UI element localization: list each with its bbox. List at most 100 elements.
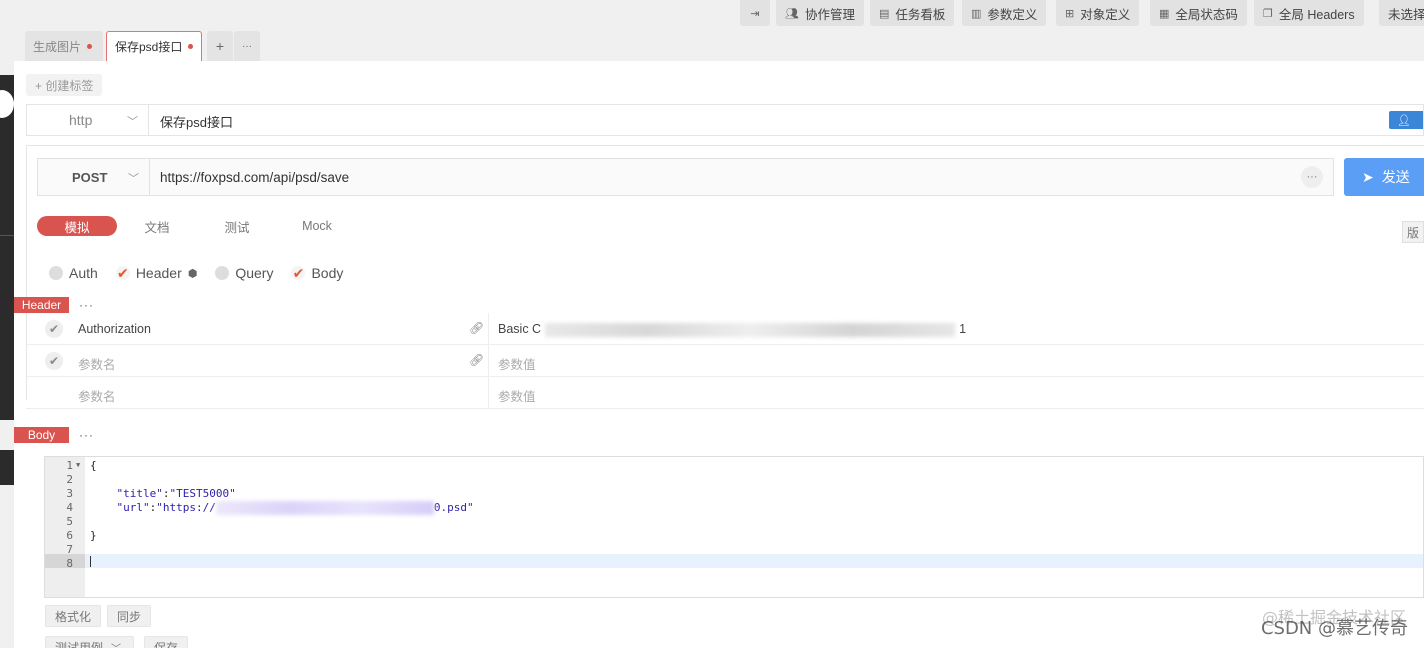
toolbar-status-button[interactable]: ▦ 全局状态码: [1150, 0, 1247, 26]
subtab-mock[interactable]: Mock: [297, 216, 337, 236]
toolbar-label: 全局状态码: [1175, 7, 1238, 22]
checkmark-icon: ✔: [291, 265, 306, 281]
header-value-placeholder[interactable]: 参数值: [498, 354, 536, 373]
toolbar-label: 未选择: [1388, 7, 1424, 22]
header-key[interactable]: Authorization: [78, 322, 151, 336]
option-auth[interactable]: Auth: [49, 265, 98, 281]
header-value-placeholder[interactable]: 参数值: [498, 386, 536, 405]
add-tab-button[interactable]: +: [207, 31, 233, 61]
toolbar-label: 任务看板: [895, 7, 946, 22]
send-icon: ➤: [1362, 168, 1374, 185]
redacted-blur: [215, 501, 434, 515]
test-case-label: 测试用例: [55, 640, 104, 648]
line-number: 5: [66, 515, 73, 528]
column-divider: [488, 377, 489, 409]
option-label: Auth: [69, 265, 98, 281]
cube-icon[interactable]: ⬢: [188, 267, 198, 280]
header-key-placeholder[interactable]: 参数名: [78, 386, 116, 405]
subtab-test[interactable]: 测试: [217, 216, 257, 236]
body-section-label: Body: [14, 427, 69, 443]
save-button[interactable]: 保存: [144, 636, 189, 648]
url-input[interactable]: https://foxpsd.com/api/psd/save: [160, 170, 349, 185]
api-name-input[interactable]: 保存psd接口: [160, 112, 233, 131]
line-number: 6: [66, 529, 73, 542]
link-icon[interactable]: 🔗︎: [469, 321, 484, 335]
header-value[interactable]: Basic C 1: [498, 322, 966, 337]
json-key: "url": [116, 501, 150, 514]
body-code-editor[interactable]: 1 ▼ 2 3 4 5 6 7 8 { "title":"TEST5000" "…: [44, 456, 1424, 598]
team-icon: 👥︎: [785, 7, 799, 20]
header-row[interactable]: 参数名 参数值: [26, 377, 1424, 409]
header-more-button[interactable]: ···: [79, 298, 94, 312]
tab-more-button[interactable]: ···: [234, 31, 260, 61]
sidebar-divider: [0, 235, 14, 236]
checkmark-icon[interactable]: ✔: [45, 352, 63, 370]
protocol-select[interactable]: http ﹀: [27, 105, 149, 135]
json-key: "title": [116, 487, 163, 500]
subtab-simulate[interactable]: 模拟: [37, 216, 117, 236]
grid-icon: ⊞: [1065, 7, 1075, 20]
request-options: Auth ✔ Header ⬢ Query ✔ Body: [49, 262, 343, 284]
toolbar-headers-button[interactable]: ❐ 全局 Headers: [1254, 0, 1364, 26]
unsaved-dot-icon: [188, 44, 193, 49]
option-label: Query: [235, 265, 274, 281]
code-line: {: [90, 459, 97, 472]
url-more-button[interactable]: ···: [1301, 166, 1323, 188]
board-icon: ▤: [879, 7, 890, 20]
header-key-placeholder[interactable]: 参数名: [78, 354, 116, 373]
json-value: "TEST5000": [169, 487, 236, 500]
line-number: 8: [66, 557, 73, 570]
toolbar-board-button[interactable]: ▤ 任务看板: [870, 0, 955, 26]
unsaved-dot-icon: [87, 43, 93, 49]
body-more-button[interactable]: ···: [79, 428, 94, 442]
header-section-title: Header ···: [14, 297, 94, 313]
plus-icon: +: [215, 38, 225, 54]
create-tag-button[interactable]: + 创建标签: [26, 74, 103, 96]
csdn-watermark: CSDN @慕艺传奇: [1260, 618, 1408, 639]
top-toolbar: ⇥ 👥︎ 协作管理 ▤ 任务看板 ▥ 参数定义 ⊞ 对象定义 ▦ 全局状态码 ❐…: [0, 0, 1424, 28]
option-body[interactable]: ✔ Body: [291, 265, 343, 281]
toolbar-label: 协作管理: [804, 7, 855, 22]
api-name-row: http ﹀ 保存psd接口 👤︎: [26, 104, 1424, 136]
toolbar-team-button[interactable]: 👥︎ 协作管理: [776, 0, 864, 26]
checkmark-icon[interactable]: ✔: [45, 320, 63, 338]
column-divider: [488, 345, 489, 377]
toolbar-env-select[interactable]: 未选择: [1379, 0, 1424, 26]
toolbar-label: 对象定义: [1080, 7, 1131, 22]
text-cursor: [90, 556, 91, 567]
chevron-down-icon: ﹀: [127, 116, 138, 128]
test-case-select[interactable]: 测试用例 ﹀: [45, 636, 134, 648]
main-panel: + 创建标签 http ﹀ 保存psd接口 👤︎ POST ﹀ https://…: [14, 61, 1424, 648]
toolbar-objects-button[interactable]: ⊞ 对象定义: [1056, 0, 1140, 26]
send-button[interactable]: ➤ 发送: [1344, 158, 1424, 196]
doc-icon: ▥: [971, 7, 982, 20]
subtab-docs[interactable]: 文档: [137, 216, 177, 236]
option-header[interactable]: ✔ Header ⬢: [115, 265, 198, 281]
json-value-end: 0.psd": [433, 501, 474, 514]
method-select[interactable]: POST ﹀: [38, 159, 150, 195]
collapse-button[interactable]: ⇥: [740, 0, 770, 26]
send-label: 发送: [1381, 169, 1410, 185]
user-icon[interactable]: 👤︎: [1389, 111, 1423, 129]
code-icon: ▦: [1159, 7, 1170, 20]
version-button[interactable]: 版: [1402, 221, 1424, 243]
option-query[interactable]: Query: [215, 265, 273, 281]
sync-button[interactable]: 同步: [107, 605, 152, 627]
radio-icon: [49, 266, 63, 280]
code-line: }: [90, 529, 97, 542]
code-line: "title":"TEST5000": [116, 487, 236, 500]
header-row[interactable]: ✔ Authorization 🔗︎ Basic C 1: [26, 313, 1424, 345]
fold-arrow-icon[interactable]: ▼: [76, 461, 80, 469]
tab-save-psd[interactable]: 保存psd接口: [106, 31, 202, 61]
tab-label: 生成图片: [33, 39, 82, 54]
method-value: POST: [72, 169, 108, 185]
tab-generate-image[interactable]: 生成图片: [25, 31, 103, 61]
link-icon[interactable]: 🔗︎: [469, 353, 484, 367]
toolbar-params-button[interactable]: ▥ 参数定义: [962, 0, 1047, 26]
radio-icon: [215, 266, 230, 280]
format-button[interactable]: 格式化: [45, 605, 102, 627]
header-value-start: Basic C: [498, 322, 542, 336]
line-number: 2: [66, 473, 73, 486]
header-row[interactable]: ✔ 参数名 🔗︎ 参数值: [26, 345, 1424, 377]
line-number: 3: [66, 487, 73, 500]
